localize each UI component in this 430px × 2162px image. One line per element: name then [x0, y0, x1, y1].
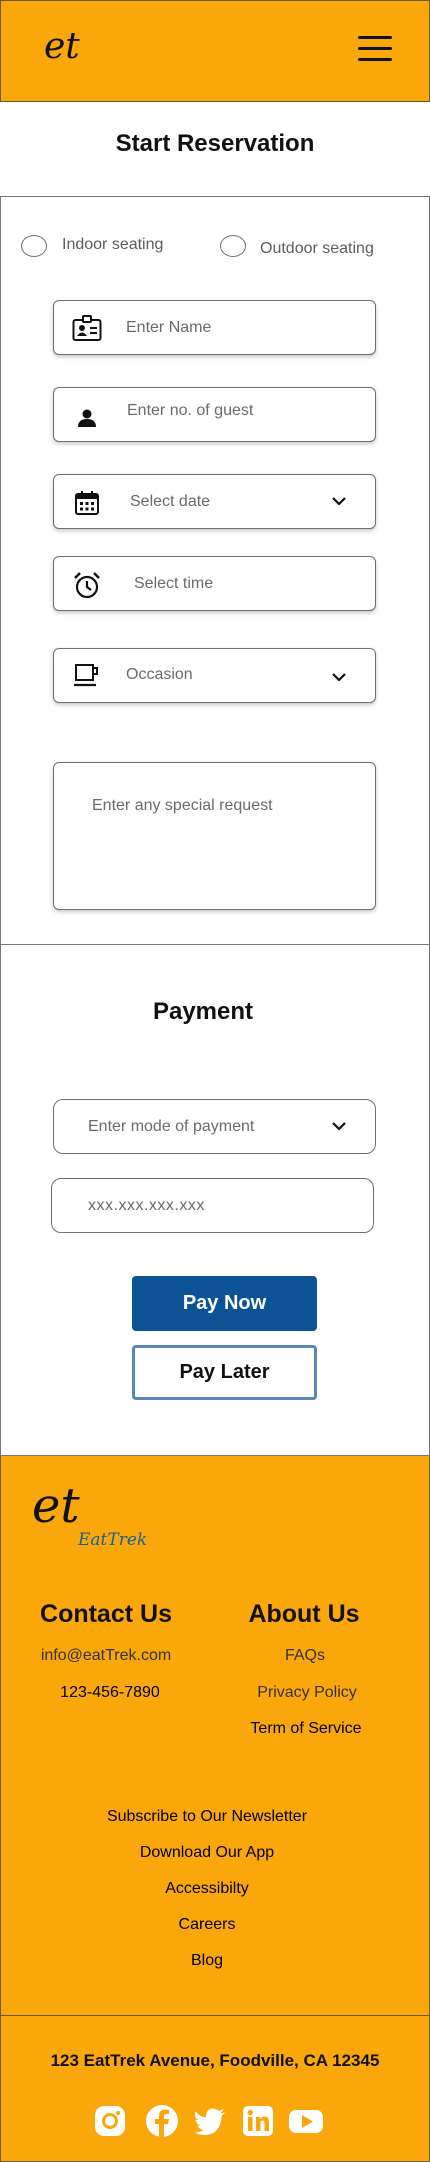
- indoor-seating-label: Indoor seating: [62, 236, 164, 253]
- card-number-placeholder: xxx.xxx.xxx.xxx: [88, 1197, 205, 1214]
- guests-placeholder: Enter no. of guest: [127, 402, 254, 419]
- faqs-link[interactable]: FAQs: [232, 1647, 378, 1665]
- footer-address: 123 EatTrek Avenue, Foodville, CA 12345: [50, 2051, 380, 2070]
- linkedin-icon[interactable]: [241, 2104, 275, 2138]
- chevron-down-icon: [332, 673, 346, 682]
- footer-brand-name: EatTrek: [78, 1530, 148, 1550]
- facebook-icon[interactable]: [145, 2104, 179, 2138]
- brand-logo[interactable]: et: [44, 26, 80, 67]
- calendar-icon: [75, 491, 99, 515]
- contact-phone[interactable]: 123-456-7890: [22, 1684, 198, 1702]
- careers-link[interactable]: Careers: [0, 1916, 414, 1934]
- download-app-link[interactable]: Download Our App: [0, 1844, 414, 1862]
- terms-of-service-link[interactable]: Term of Service: [232, 1720, 380, 1738]
- hamburger-menu-icon[interactable]: [358, 36, 392, 62]
- chevron-down-icon: [332, 497, 346, 506]
- person-icon: [78, 409, 96, 427]
- pay-now-button[interactable]: Pay Now: [132, 1276, 317, 1331]
- youtube-icon[interactable]: [288, 2104, 324, 2138]
- occasion-placeholder: Occasion: [126, 666, 193, 683]
- time-placeholder: Select time: [134, 575, 214, 592]
- accessibility-link[interactable]: Accessibilty: [0, 1880, 414, 1898]
- date-placeholder: Select date: [130, 493, 211, 510]
- page-title: Start Reservation: [115, 130, 315, 157]
- outdoor-seating-radio[interactable]: [220, 235, 246, 257]
- name-field[interactable]: Enter Name: [53, 300, 376, 355]
- newsletter-link[interactable]: Subscribe to Our Newsletter: [0, 1808, 414, 1826]
- guests-field[interactable]: Enter no. of guest: [53, 387, 376, 442]
- payment-mode-select[interactable]: Enter mode of payment: [53, 1099, 376, 1154]
- time-field[interactable]: Select time: [53, 556, 376, 611]
- pay-later-button[interactable]: Pay Later: [132, 1345, 317, 1400]
- blog-link[interactable]: Blog: [0, 1952, 414, 1970]
- card-number-input[interactable]: xxx.xxx.xxx.xxx: [51, 1178, 374, 1233]
- contact-us-heading: Contact Us: [40, 1600, 172, 1628]
- special-request-textarea[interactable]: Enter any special request: [53, 762, 376, 910]
- footer-divider: [0, 2015, 430, 2016]
- alarm-clock-icon: [74, 572, 100, 599]
- indoor-seating-radio[interactable]: [21, 235, 47, 257]
- special-request-placeholder: Enter any special request: [92, 797, 273, 814]
- name-placeholder: Enter Name: [126, 319, 212, 336]
- coffee-cup-icon: [74, 664, 98, 687]
- chevron-down-icon: [332, 1122, 346, 1131]
- twitter-icon[interactable]: [193, 2104, 227, 2138]
- contact-email[interactable]: info@eatTrek.com: [22, 1647, 190, 1665]
- outdoor-seating-label: Outdoor seating: [260, 240, 374, 257]
- instagram-icon[interactable]: [93, 2104, 127, 2138]
- footer-logo[interactable]: et: [32, 1478, 80, 1534]
- occasion-select[interactable]: Occasion: [53, 648, 376, 703]
- id-card-icon: [72, 315, 102, 341]
- about-us-heading: About Us: [248, 1600, 360, 1628]
- payment-title: Payment: [152, 998, 254, 1025]
- privacy-policy-link[interactable]: Privacy Policy: [232, 1684, 382, 1702]
- date-select[interactable]: Select date: [53, 474, 376, 529]
- payment-mode-placeholder: Enter mode of payment: [88, 1118, 255, 1135]
